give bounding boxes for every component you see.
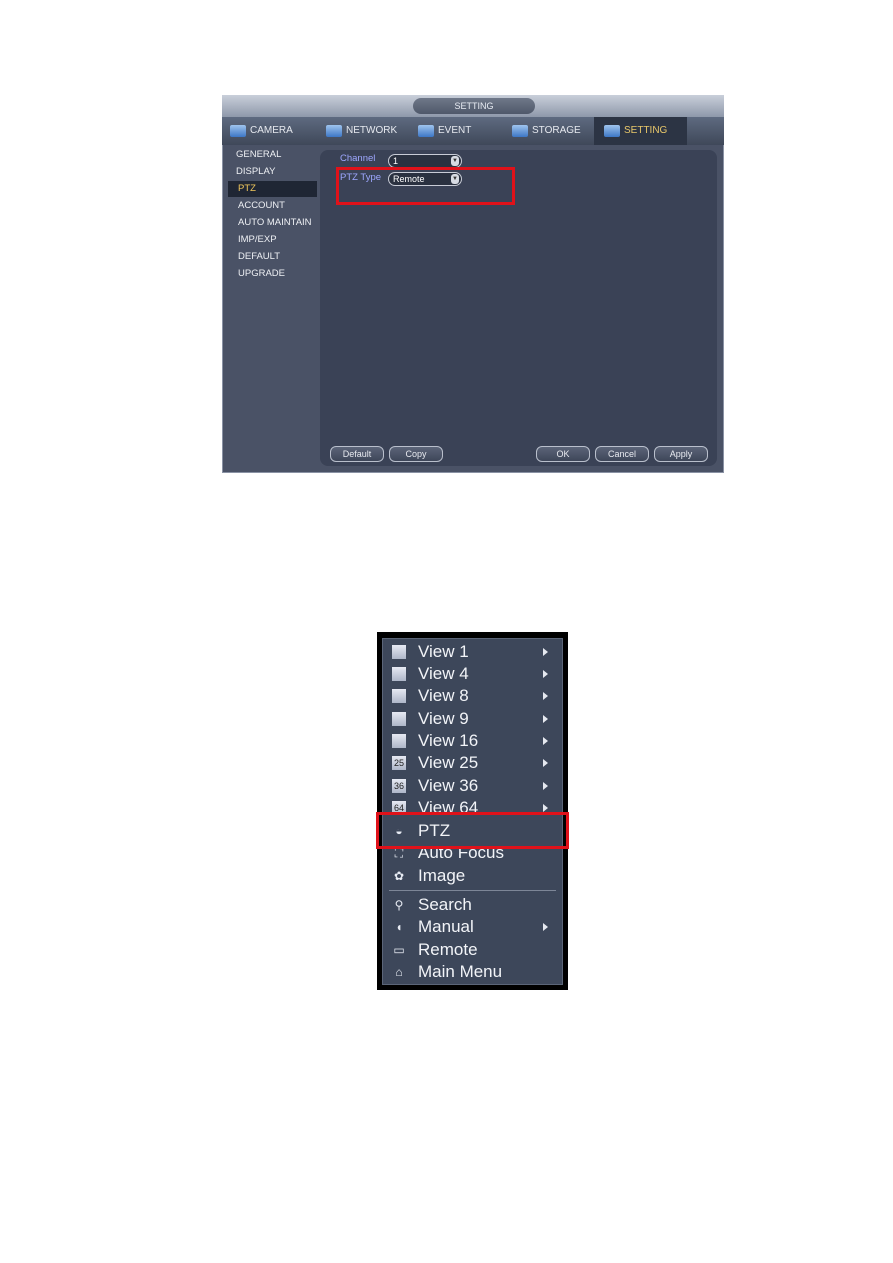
tab-bar: CAMERA NETWORK EVENT STORAGE SETTING <box>222 117 724 145</box>
menu-item-view-1[interactable]: View 1 <box>383 641 562 663</box>
settings-window: SETTING CAMERA NETWORK EVENT STORAGE SET… <box>222 95 724 473</box>
search-icon: ⚲ <box>394 898 404 912</box>
view-36-icon: 36 <box>392 779 406 793</box>
event-icon <box>418 125 434 137</box>
context-menu: View 1 View 4 View 8 View 9 View 16 25 View 25… <box>377 632 568 990</box>
title-bar: SETTING <box>222 95 724 117</box>
palette-icon: ✿ <box>393 869 405 883</box>
menu-item-label: View 9 <box>418 709 469 728</box>
menu-item-manual[interactable]: ◖ Manual <box>383 916 562 938</box>
menu-item-search[interactable]: ⚲ Search <box>383 894 562 916</box>
view-8-icon <box>392 689 406 703</box>
document-page: SETTING CAMERA NETWORK EVENT STORAGE SET… <box>0 0 893 1263</box>
ok-button[interactable]: OK <box>536 446 590 462</box>
tab-camera[interactable]: CAMERA <box>230 117 293 145</box>
sidebar-item-display[interactable]: DISPLAY <box>236 164 275 180</box>
chevron-right-icon <box>543 759 548 767</box>
highlight-box-ptz-type <box>336 167 515 205</box>
network-icon <box>326 125 342 137</box>
channel-dropdown[interactable]: 1 ▼ <box>388 154 462 168</box>
menu-item-view-9[interactable]: View 9 <box>383 708 562 730</box>
view-1-icon <box>392 645 406 659</box>
menu-item-label: View 25 <box>418 753 479 772</box>
view-25-icon: 25 <box>392 756 406 770</box>
chevron-down-icon: ▼ <box>451 156 459 166</box>
chevron-right-icon <box>543 670 548 678</box>
settings-sidebar: GENERAL DISPLAY PTZ ACCOUNT AUTO MAINTAI… <box>222 145 320 473</box>
menu-item-view-25[interactable]: 25 View 25 <box>383 752 562 774</box>
view-4-icon <box>392 667 406 681</box>
copy-button[interactable]: Copy <box>389 446 443 462</box>
setting-icon <box>604 125 620 137</box>
default-button[interactable]: Default <box>330 446 384 462</box>
chevron-right-icon <box>543 737 548 745</box>
view-16-icon <box>392 734 406 748</box>
chevron-right-icon <box>543 648 548 656</box>
channel-label: Channel <box>340 153 376 164</box>
menu-item-remote[interactable]: ▭ Remote <box>383 939 562 961</box>
menu-item-view-8[interactable]: View 8 <box>383 685 562 707</box>
view-9-icon <box>392 712 406 726</box>
chevron-right-icon <box>543 804 548 812</box>
tab-storage[interactable]: STORAGE <box>512 117 581 145</box>
chevron-right-icon <box>543 782 548 790</box>
menu-item-image[interactable]: ✿ Image <box>383 865 562 887</box>
camera-icon <box>230 125 246 137</box>
menu-item-view-16[interactable]: View 16 <box>383 730 562 752</box>
menu-item-label: Search <box>418 895 472 914</box>
chevron-right-icon <box>543 923 548 931</box>
menu-item-label: Remote <box>418 940 478 959</box>
menu-item-label: Manual <box>418 917 474 936</box>
chevron-right-icon <box>543 715 548 723</box>
apply-button[interactable]: Apply <box>654 446 708 462</box>
menu-item-label: View 36 <box>418 776 479 795</box>
menu-item-label: Main Menu <box>418 962 503 981</box>
sidebar-item-imp-exp[interactable]: IMP/EXP <box>238 232 277 248</box>
menu-item-view-36[interactable]: 36 View 36 <box>383 775 562 797</box>
sidebar-item-auto-maintain[interactable]: AUTO MAINTAIN <box>238 215 312 231</box>
highlight-box-ptz-menu-item <box>376 812 569 849</box>
sidebar-item-upgrade[interactable]: UPGRADE <box>238 266 285 282</box>
menu-item-label: View 8 <box>418 686 469 705</box>
menu-item-label: View 1 <box>418 642 469 661</box>
home-icon: ⌂ <box>395 965 403 979</box>
tab-event[interactable]: EVENT <box>418 117 471 145</box>
mouse-icon: ◖ <box>395 920 403 934</box>
menu-item-label: View 4 <box>418 664 469 683</box>
sidebar-item-ptz[interactable]: PTZ <box>228 181 317 197</box>
menu-item-label: Image <box>418 866 466 885</box>
tab-network[interactable]: NETWORK <box>326 117 397 145</box>
sidebar-item-account[interactable]: ACCOUNT <box>238 198 285 214</box>
cancel-button[interactable]: Cancel <box>595 446 649 462</box>
sidebar-item-general[interactable]: GENERAL <box>236 147 281 163</box>
menu-divider <box>389 890 556 891</box>
menu-item-label: View 16 <box>418 731 479 750</box>
menu-item-view-4[interactable]: View 4 <box>383 663 562 685</box>
window-title: SETTING <box>413 98 535 114</box>
tab-setting[interactable]: SETTING <box>594 117 687 145</box>
remote-device-icon: ▭ <box>393 943 405 957</box>
storage-icon <box>512 125 528 137</box>
sidebar-item-default[interactable]: DEFAULT <box>238 249 280 265</box>
menu-item-main-menu[interactable]: ⌂ Main Menu <box>383 961 562 983</box>
chevron-right-icon <box>543 692 548 700</box>
